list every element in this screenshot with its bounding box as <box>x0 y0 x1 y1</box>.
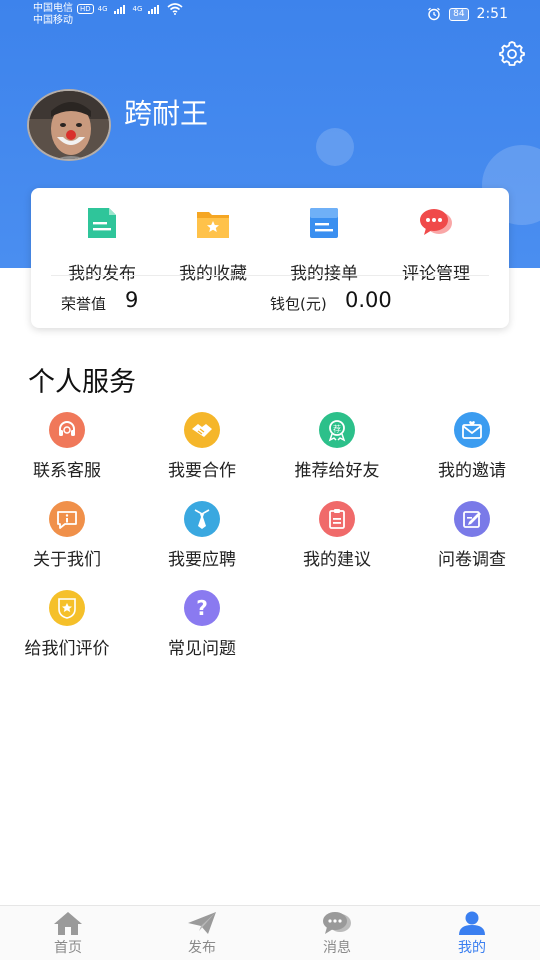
cooperation-label: 我要合作 <box>168 461 236 481</box>
info-icon <box>49 501 85 537</box>
my-orders-button[interactable]: 我的接单 <box>269 202 379 284</box>
network-type-2: 4G <box>132 5 143 13</box>
tie-icon <box>184 501 220 537</box>
section-title: 个人服务 <box>28 367 136 398</box>
apply-job-button[interactable]: 我要应聘 <box>135 501 269 571</box>
alarm-icon <box>428 7 441 21</box>
my-orders-label: 我的接单 <box>290 264 358 284</box>
rating-icon <box>49 590 85 626</box>
recommend-badge-icon: 荐 <box>319 412 355 448</box>
battery-indicator: 84 <box>449 7 469 21</box>
signal-icon <box>113 4 125 14</box>
rate-us-label: 给我们评价 <box>24 639 110 659</box>
comment-management-label: 评论管理 <box>402 264 470 284</box>
card-divider <box>51 275 489 276</box>
carrier-1: 中国电信 <box>33 3 73 14</box>
honor-value[interactable]: 9 <box>125 288 138 312</box>
signal-icon <box>148 4 160 14</box>
decorative-circle <box>316 128 354 166</box>
gear-icon <box>499 41 525 66</box>
home-icon <box>54 912 82 935</box>
tab-mine-label: 我的 <box>458 940 486 956</box>
tab-home-label: 首页 <box>54 940 82 956</box>
clipboard-icon <box>319 501 355 537</box>
contact-support-label: 联系客服 <box>33 461 101 481</box>
my-invitation-button[interactable]: 我的邀请 <box>405 412 539 482</box>
wifi-icon <box>167 3 183 15</box>
tab-publish[interactable]: 发布 <box>142 906 262 960</box>
settings-button[interactable] <box>498 40 526 68</box>
survey-button[interactable]: 问卷调查 <box>405 501 539 571</box>
cooperation-button[interactable]: 我要合作 <box>135 412 269 482</box>
contact-support-button[interactable]: 联系客服 <box>0 412 134 482</box>
survey-label: 问卷调查 <box>438 550 506 570</box>
tab-home[interactable]: 首页 <box>8 906 128 960</box>
my-favorites-label: 我的收藏 <box>179 264 247 284</box>
about-us-label: 关于我们 <box>33 550 101 570</box>
headset-icon <box>49 412 85 448</box>
status-bar-right: 84 2:51 <box>427 6 508 22</box>
bottom-tab-bar: 首页 发布 消息 我的 <box>0 905 540 960</box>
my-invitation-label: 我的邀请 <box>438 461 506 481</box>
faq-button[interactable]: ? 常见问题 <box>135 590 269 660</box>
invitation-icon <box>454 412 490 448</box>
faq-label: 常见问题 <box>168 639 236 659</box>
status-bar: 中国电信 HD 4G 4G 中国移动 84 2:51 <box>0 0 540 32</box>
profile-card: 我的发布 我的收藏 我的接单 评论管理 荣誉值 9 钱包(元) 0.00 <box>31 188 509 328</box>
wallet-label: 钱包(元) <box>270 295 327 313</box>
svg-text:?: ? <box>196 596 208 620</box>
handshake-icon <box>184 412 220 448</box>
document-icon <box>88 208 116 238</box>
question-icon: ? <box>184 590 220 626</box>
tab-messages-label: 消息 <box>323 940 351 956</box>
about-us-button[interactable]: 关于我们 <box>0 501 134 571</box>
my-suggestion-label: 我的建议 <box>303 550 371 570</box>
recommend-friend-button[interactable]: 荐 推荐给好友 <box>270 412 404 482</box>
chat-bubble-icon <box>420 209 452 235</box>
order-list-icon <box>310 208 338 238</box>
paper-plane-icon <box>188 912 216 934</box>
recommend-friend-label: 推荐给好友 <box>294 461 380 481</box>
avatar[interactable] <box>27 89 111 161</box>
hd-badge: HD <box>77 4 94 14</box>
my-posts-label: 我的发布 <box>68 264 136 284</box>
network-type-1: 4G <box>97 5 108 13</box>
rate-us-button[interactable]: 给我们评价 <box>0 590 134 660</box>
carrier-2: 中国移动 <box>33 15 73 26</box>
survey-icon <box>454 501 490 537</box>
user-icon <box>459 911 485 935</box>
my-suggestion-button[interactable]: 我的建议 <box>270 501 404 571</box>
my-posts-button[interactable]: 我的发布 <box>47 202 157 284</box>
tab-messages[interactable]: 消息 <box>277 906 397 960</box>
status-bar-left: 中国电信 HD 4G 4G 中国移动 <box>33 3 183 27</box>
message-icon <box>323 912 351 934</box>
folder-star-icon <box>197 212 229 238</box>
my-favorites-button[interactable]: 我的收藏 <box>158 202 268 284</box>
username: 跨耐王 <box>124 97 209 130</box>
clock: 2:51 <box>476 6 508 22</box>
wallet-value[interactable]: 0.00 <box>345 288 392 312</box>
apply-job-label: 我要应聘 <box>168 550 236 570</box>
comment-management-button[interactable]: 评论管理 <box>381 202 491 284</box>
tab-publish-label: 发布 <box>188 940 216 956</box>
honor-label: 荣誉值 <box>61 295 107 313</box>
tab-mine[interactable]: 我的 <box>412 906 532 960</box>
svg-text:荐: 荐 <box>333 424 341 434</box>
